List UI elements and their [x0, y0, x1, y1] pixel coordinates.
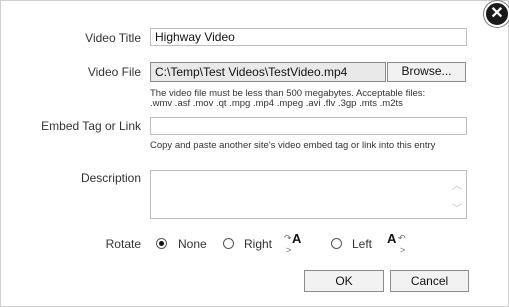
video-file-path-field[interactable]: C:\Temp\Test Videos\TestVideo.mp4 — [150, 62, 386, 82]
ok-button[interactable]: OK — [304, 270, 384, 292]
rotate-right-radio[interactable] — [223, 238, 234, 249]
embed-input[interactable] — [150, 117, 467, 135]
description-label: Description — [80, 171, 141, 185]
video-dialog: ✕ Video Title Video File C:\Temp\Test Vi… — [0, 0, 509, 307]
description-textarea[interactable] — [150, 170, 467, 219]
browse-button[interactable]: Browse... — [387, 62, 466, 82]
rotate-none-radio[interactable] — [156, 238, 167, 249]
scroll-up-icon[interactable]: ︿ — [452, 177, 504, 192]
rotate-left-radio[interactable] — [331, 238, 342, 249]
video-title-label: Video Title — [85, 31, 141, 45]
video-file-label: Video File — [87, 65, 141, 79]
rotate-right-label: Right — [244, 237, 273, 251]
embed-hint: Copy and paste another site's video embe… — [150, 140, 436, 151]
rotate-label: Rotate — [105, 237, 141, 251]
close-icon[interactable]: ✕ — [484, 1, 509, 27]
embed-label: Embed Tag or Link — [41, 119, 141, 133]
video-title-input[interactable] — [150, 28, 467, 46]
rotate-none-label: None — [178, 237, 207, 251]
cancel-button[interactable]: Cancel — [390, 270, 469, 292]
video-file-hint-line2: .wmv .asf .mov .qt .mpg .mp4 .mpeg .avi … — [150, 98, 403, 109]
rotate-left-label: Left — [352, 237, 373, 251]
